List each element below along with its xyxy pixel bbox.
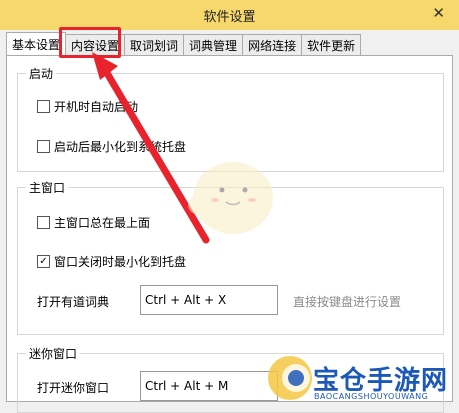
open-mini-hotkey-field[interactable]: Ctrl + Alt + M <box>140 371 278 401</box>
watermark-subtext: BAOCANGSHOUYOUWANG <box>314 392 429 401</box>
always-on-top-checkbox[interactable] <box>37 216 50 229</box>
close-to-tray-label: 窗口关闭时最小化到托盘 <box>54 255 187 269</box>
auto-start-label: 开机时自动启动 <box>54 100 139 114</box>
minimize-to-tray-option[interactable]: 启动后最小化到系统托盘 <box>37 138 186 155</box>
close-to-tray-checkbox[interactable]: ✓ <box>37 255 50 268</box>
close-to-tray-option[interactable]: ✓ 窗口关闭时最小化到托盘 <box>37 253 186 270</box>
open-mini-hotkey-label: 打开迷你窗口 <box>37 381 110 395</box>
open-dict-hotkey-label: 打开有道词典 <box>37 295 110 309</box>
window-title: 软件设置 <box>203 9 256 25</box>
always-on-top-label: 主窗口总在最上面 <box>54 216 151 230</box>
open-dict-hotkey-field[interactable]: Ctrl + Alt + X <box>140 285 278 315</box>
close-icon[interactable]: ✕ <box>432 4 445 22</box>
tab-software-update[interactable]: 软件更新 <box>301 34 362 55</box>
auto-start-checkbox[interactable] <box>37 100 50 113</box>
minimize-to-tray-checkbox[interactable] <box>37 140 50 153</box>
main-window-group-title: 主窗口 <box>26 179 69 196</box>
tab-dictionary-management[interactable]: 词典管理 <box>183 34 244 55</box>
minimize-to-tray-label: 启动后最小化到系统托盘 <box>54 140 187 154</box>
main-window-group: 主窗口 主窗口总在最上面 ✓ 窗口关闭时最小化到托盘 打开有道词典 Ctrl +… <box>17 179 444 335</box>
settings-panel: 启动 开机时自动启动 启动后最小化到系统托盘 主窗口 主窗口总在最上面 ✓ 窗口… <box>6 55 453 413</box>
auto-start-option[interactable]: 开机时自动启动 <box>37 98 138 115</box>
startup-group: 启动 开机时自动启动 启动后最小化到系统托盘 <box>17 65 444 172</box>
startup-group-title: 启动 <box>26 65 57 82</box>
tab-word-capture[interactable]: 取词划词 <box>124 34 185 55</box>
always-on-top-option[interactable]: 主窗口总在最上面 <box>37 214 150 231</box>
tab-network-connection[interactable]: 网络连接 <box>242 34 303 55</box>
tab-highlight-box <box>59 27 121 58</box>
title-bar: 软件设置 ✕ <box>0 0 459 30</box>
hotkey-hint: 直接按键盘进行设置 <box>293 295 402 309</box>
mini-window-group-title: 迷你窗口 <box>26 345 81 362</box>
tab-basic-settings[interactable]: 基本设置 <box>6 32 67 55</box>
